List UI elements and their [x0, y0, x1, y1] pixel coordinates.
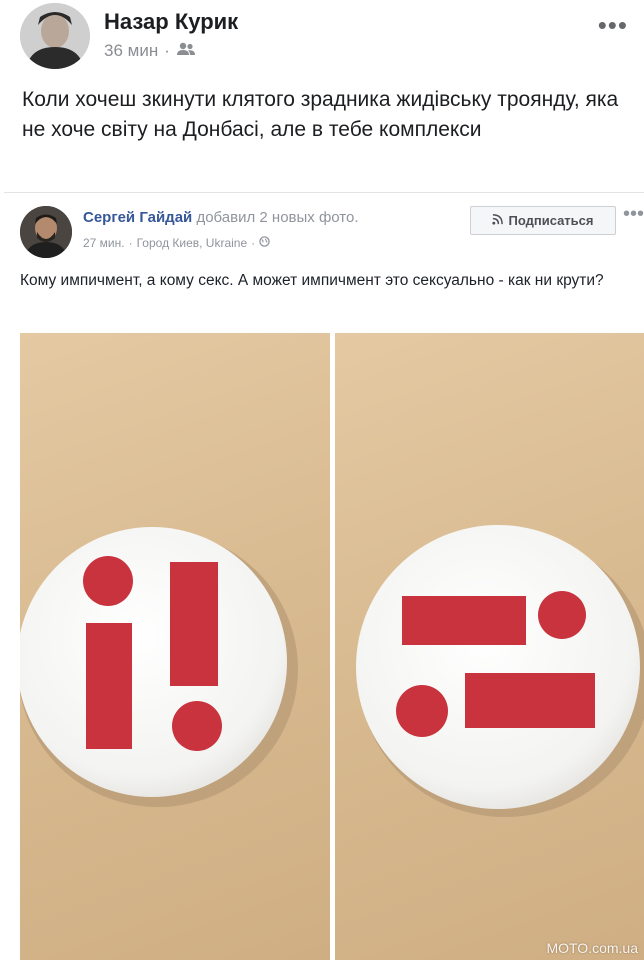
globe-icon — [259, 236, 270, 250]
rss-icon — [492, 213, 504, 228]
exclamation-bar — [170, 562, 218, 686]
meta-separator: · — [251, 236, 256, 250]
shared-post-title: Сергей Гайдай добавил 2 новых фото. — [83, 209, 359, 226]
more-horizontal-icon[interactable]: ••• — [623, 203, 644, 226]
outer-author-avatar[interactable] — [20, 3, 90, 69]
friends-icon[interactable] — [176, 41, 196, 61]
lower-bar — [465, 673, 595, 728]
more-horizontal-icon[interactable]: ••• — [598, 10, 628, 41]
exclamation-dot — [172, 701, 222, 751]
subscribe-button[interactable]: Подписаться — [470, 206, 616, 235]
shared-post: Сергей Гайдай добавил 2 новых фото. 27 м… — [4, 192, 644, 960]
upper-bar — [402, 596, 526, 645]
watermark: MOTO.com.ua — [546, 940, 638, 956]
shared-post-meta: 27 мин. · Город Киев, Ukraine · — [83, 236, 270, 250]
outer-post-header: Назар Курик 36 мин · ••• — [0, 0, 644, 80]
badge-button — [356, 525, 640, 809]
outer-author-name[interactable]: Назар Курик — [104, 9, 238, 35]
upper-dot — [538, 591, 586, 639]
meta-separator: · — [164, 41, 170, 60]
shared-post-location[interactable]: Город Киев, Ukraine — [137, 236, 248, 250]
badge-exclamation-photo[interactable] — [20, 333, 330, 960]
outer-post-meta: 36 мин · — [104, 41, 196, 61]
badge-button — [20, 527, 287, 797]
i-dot — [83, 556, 133, 606]
outer-post-time[interactable]: 36 мин — [104, 41, 158, 61]
meta-separator: · — [128, 236, 133, 250]
subscribe-label: Подписаться — [508, 213, 594, 228]
shared-author-name[interactable]: Сергей Гайдай — [83, 209, 192, 226]
i-stem — [86, 623, 132, 749]
badge-equals-photo[interactable] — [335, 333, 644, 960]
shared-post-text: Кому импичмент, а кому секс. А может имп… — [20, 272, 604, 289]
shared-post-action: добавил 2 новых фото. — [192, 209, 359, 226]
shared-post-time[interactable]: 27 мин. — [83, 236, 125, 250]
shared-author-avatar[interactable] — [20, 206, 72, 258]
lower-dot — [396, 685, 448, 737]
outer-post-text: Коли хочеш зкинути клятого зрадника жиді… — [22, 88, 619, 141]
